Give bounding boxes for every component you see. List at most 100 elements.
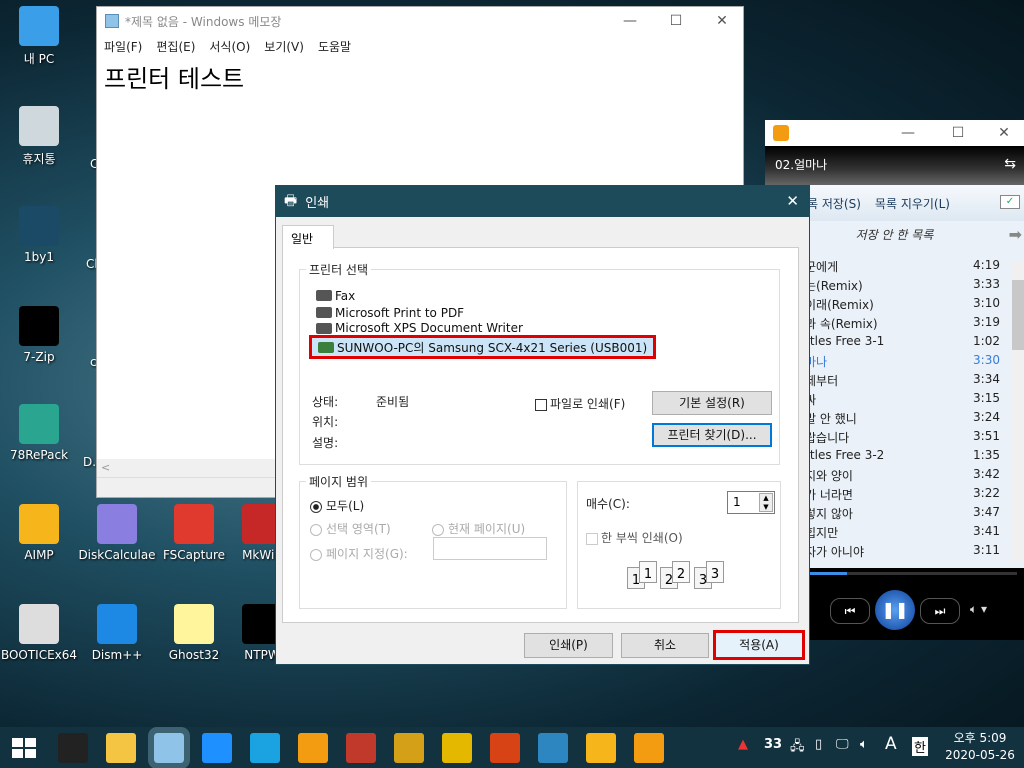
playlist-item[interactable]: 지와 양이 3:42 xyxy=(805,467,1015,486)
printer-item-samsung-selected[interactable]: SUNWOO-PC의 Samsung SCX-4x21 Series (USB0… xyxy=(309,335,657,359)
range-selection-radio[interactable]: 선택 영역(T) xyxy=(310,520,391,537)
switch-view-icon[interactable]: ⇆ xyxy=(1004,156,1016,172)
taskbar-app-screen-icon[interactable] xyxy=(538,733,568,763)
usb-icon[interactable]: ▯ xyxy=(815,737,822,752)
find-printer-button[interactable]: 프린터 찾기(D)... xyxy=(652,423,772,447)
playlist-item[interactable]: 가 너라면 3:22 xyxy=(805,486,1015,505)
copies-stepper[interactable]: 1 ▲ ▼ xyxy=(727,491,775,514)
taskbar-aimp-icon[interactable] xyxy=(586,733,616,763)
printer-item-pdf[interactable]: Microsoft Print to PDF xyxy=(316,304,464,321)
volume-icon[interactable]: 🔈︎ xyxy=(860,737,868,752)
next-button[interactable]: ⏭ xyxy=(920,598,960,624)
menu-file[interactable]: 파일(F) xyxy=(104,38,142,55)
list-options-icon[interactable]: ✓ xyxy=(1000,195,1020,209)
playlist-item[interactable]: rtles Free 3-2 1:35 xyxy=(805,448,1015,467)
desktop-icon-diskcalculae[interactable]: DiskCalculae xyxy=(78,504,156,562)
taskbar-media-player-icon[interactable] xyxy=(298,733,328,763)
desktop-icon-booticex64[interactable]: BOOTICEx64 xyxy=(0,604,78,662)
spin-arrows-icon[interactable]: ▲ ▼ xyxy=(759,493,773,512)
taskbar-edge-icon[interactable] xyxy=(250,733,280,763)
desktop-icon-1by1[interactable]: 1by1 xyxy=(0,206,78,264)
playlist-item[interactable]: 과 속(Remix) 3:19 xyxy=(805,315,1015,334)
playlist-item[interactable]: 마나 3:30 xyxy=(805,353,1015,372)
player-titlebar[interactable]: — ☐ ✕ xyxy=(765,120,1024,146)
maximize-button[interactable]: ☐ xyxy=(935,120,981,146)
dialog-titlebar[interactable]: 🖶︎ 인쇄 ✕ xyxy=(276,186,809,217)
close-button[interactable]: ✕ xyxy=(981,120,1024,146)
taskbar-sunflower-icon[interactable] xyxy=(442,733,472,763)
playlist-item[interactable]: 는(Remix) 3:33 xyxy=(805,277,1015,296)
print-to-file-checkbox[interactable]: 파일로 인쇄(F) xyxy=(535,395,625,412)
menu-edit[interactable]: 편집(E) xyxy=(156,38,195,55)
seek-bar[interactable] xyxy=(805,572,1017,575)
page-range-input[interactable] xyxy=(433,537,547,560)
playlist-item[interactable]: 싸 3:15 xyxy=(805,391,1015,410)
printer-item-xps[interactable]: Microsoft XPS Document Writer xyxy=(316,321,523,335)
start-button[interactable] xyxy=(12,738,36,758)
desktop-icon-dism-[interactable]: Dism++ xyxy=(78,604,156,662)
cancel-button[interactable]: 취소 xyxy=(621,633,709,658)
minimize-button[interactable]: — xyxy=(885,120,931,146)
desktop-icon-aimp[interactable]: AIMP xyxy=(0,504,78,562)
desktop-icon--pc[interactable]: 내 PC xyxy=(0,6,78,67)
tray-app-icon[interactable]: ▲ xyxy=(738,737,748,752)
collate-checkbox[interactable]: 한 부씩 인쇄(O) xyxy=(586,529,683,546)
menu-format[interactable]: 서식(O) xyxy=(209,38,250,55)
taskbar-ntpw-icon[interactable] xyxy=(58,733,88,763)
menu-help[interactable]: 도움말 xyxy=(318,38,351,55)
network-icon[interactable]: 🖵︎ xyxy=(836,737,849,752)
tray-badge[interactable]: 33 xyxy=(764,737,782,752)
playlist-item[interactable]: rtles Free 3-1 1:02 xyxy=(805,334,1015,353)
track-title: 는(Remix) xyxy=(805,279,863,293)
desktop-icon-7-zip[interactable]: 7-Zip xyxy=(0,306,78,364)
volume-icon[interactable]: 🔈︎ ▾ xyxy=(970,602,987,617)
ime-lang[interactable]: 한 xyxy=(912,737,928,756)
desktop-icon-fscapture[interactable]: FSCapture xyxy=(155,504,233,562)
taskbar-notepad-icon[interactable] xyxy=(148,727,190,768)
range-pages-radio[interactable]: 페이지 지정(G): xyxy=(310,545,408,562)
desktop-icon-78repack[interactable]: 78RePack xyxy=(0,404,78,462)
minimize-button[interactable]: — xyxy=(607,7,653,35)
checkbox[interactable] xyxy=(535,398,547,411)
ime-mode[interactable]: A xyxy=(885,734,897,754)
desktop-icon--[interactable]: 휴지통 xyxy=(0,106,78,167)
range-current-radio[interactable]: 현재 페이지(U) xyxy=(432,520,525,537)
save-list-button[interactable]: 록 저장(S) xyxy=(807,195,861,212)
taskbar-app-disk-icon[interactable] xyxy=(490,733,520,763)
playlist-item[interactable]: 렇지 않아 3:47 xyxy=(805,505,1015,524)
close-button[interactable]: ✕ xyxy=(699,7,745,35)
clear-list-button[interactable]: 목록 지우기(L) xyxy=(875,195,950,212)
network-share-icon[interactable]: 🖧︎ xyxy=(790,737,805,759)
playlist-item[interactable]: 이래(Remix) 3:10 xyxy=(805,296,1015,315)
taskbar-potplayer-icon[interactable] xyxy=(634,733,664,763)
arrow-right-icon[interactable]: ➡ xyxy=(1009,221,1022,249)
playlist-item[interactable]: 랍습니다 3:51 xyxy=(805,429,1015,448)
taskbar-internet-explorer-icon[interactable] xyxy=(202,733,232,763)
desktop-icon-ghost32[interactable]: Ghost32 xyxy=(155,604,233,662)
playlist-item[interactable]: 힙지만 3:41 xyxy=(805,524,1015,543)
pause-button[interactable]: ❚❚ xyxy=(875,590,915,630)
range-all-radio[interactable]: 모두(L) xyxy=(310,497,364,514)
playlist-scrollbar[interactable] xyxy=(1012,262,1024,562)
preferences-button[interactable]: 기본 설정(R) xyxy=(652,391,772,415)
menu-view[interactable]: 보기(V) xyxy=(264,38,304,55)
printer-item-fax[interactable]: Fax xyxy=(316,287,355,304)
taskbar-file-explorer-icon[interactable] xyxy=(106,733,136,763)
print-dialog[interactable]: 🖶︎ 인쇄 ✕ 일반 프린터 선택 Fax Microsoft Print to… xyxy=(275,185,810,665)
close-button[interactable]: ✕ xyxy=(786,192,799,210)
taskbar-app-red-icon[interactable] xyxy=(346,733,376,763)
apply-button[interactable]: 적용(A) xyxy=(713,630,805,660)
print-button[interactable]: 인쇄(P) xyxy=(524,633,613,658)
maximize-button[interactable]: ☐ xyxy=(653,7,699,35)
date: 2020-05-26 xyxy=(945,748,1015,762)
playlist-item[interactable]: 자가 아니야 3:11 xyxy=(805,543,1015,562)
playlist-item[interactable]: 말 안 했니 3:24 xyxy=(805,410,1015,429)
tab-general[interactable]: 일반 xyxy=(282,225,334,249)
taskbar-app-r-icon[interactable] xyxy=(394,733,424,763)
clock[interactable]: 오후 5:09 2020-05-26 xyxy=(940,730,1020,764)
playlist-item[interactable]: 군에게 4:19 xyxy=(805,258,1015,277)
notepad-text-area[interactable]: 프린터 테스트 xyxy=(104,59,244,94)
previous-button[interactable]: ⏮ xyxy=(830,598,870,624)
gears-icon xyxy=(97,604,137,644)
playlist-item[interactable]: 제부터 3:34 xyxy=(805,372,1015,391)
